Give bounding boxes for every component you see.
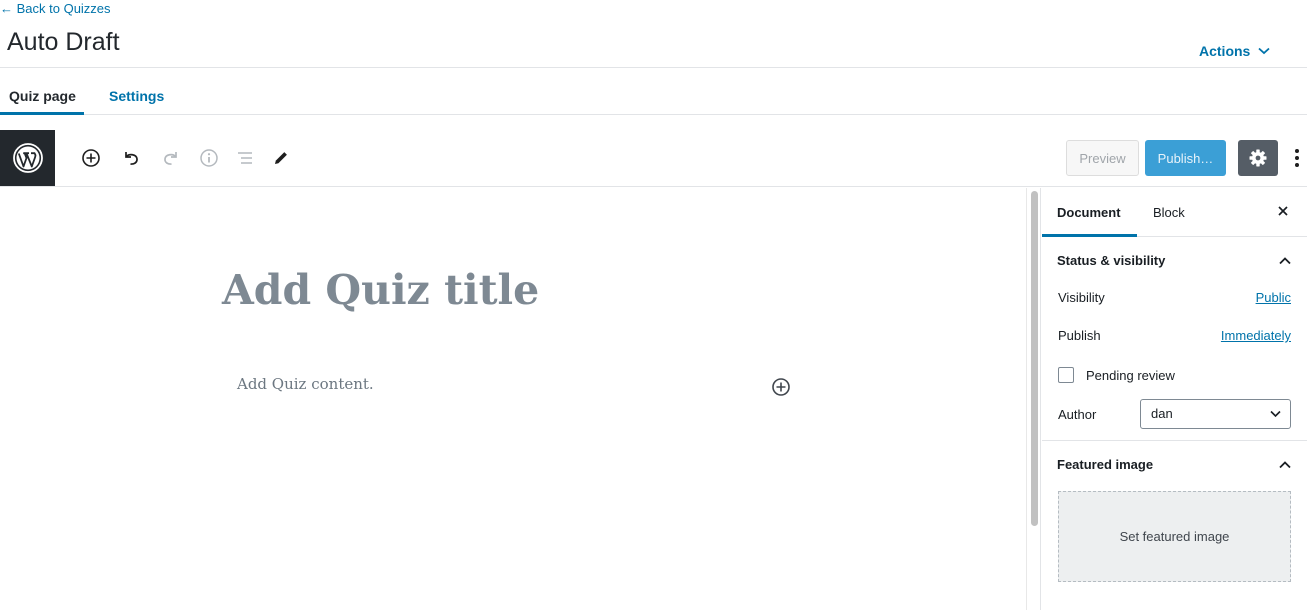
scrollbar-thumb[interactable] — [1031, 191, 1038, 526]
set-featured-image-label: Set featured image — [1119, 529, 1230, 544]
quiz-content-input[interactable]: Add Quiz content. — [237, 375, 374, 393]
sidebar-tabs: Document Block — [1042, 188, 1307, 237]
tab-quiz-page[interactable]: Quiz page — [9, 88, 76, 104]
editor-scrollbar[interactable] — [1026, 188, 1041, 610]
visibility-label: Visibility — [1058, 290, 1105, 305]
quiz-title-input[interactable]: Add Quiz title — [222, 266, 539, 314]
publish-button[interactable]: Publish… — [1145, 140, 1226, 176]
actions-label: Actions — [1199, 43, 1251, 59]
author-value: dan — [1151, 406, 1173, 421]
chevron-up-icon[interactable] — [1278, 460, 1292, 469]
add-block-inline-icon[interactable] — [771, 377, 791, 397]
gear-icon — [1249, 149, 1267, 167]
tab-document[interactable]: Document — [1057, 205, 1121, 220]
status-visibility-panel-toggle[interactable]: Status & visibility — [1057, 253, 1165, 268]
chevron-down-icon — [1258, 47, 1270, 55]
edit-icon[interactable] — [271, 148, 291, 168]
page-tabs: Quiz page Settings — [0, 68, 1307, 115]
active-tab-indicator — [0, 112, 84, 115]
chevron-up-icon[interactable] — [1278, 256, 1292, 265]
tab-block[interactable]: Block — [1153, 205, 1185, 220]
visibility-toggle[interactable]: Public — [1256, 290, 1291, 305]
publish-label: Publish — [1058, 328, 1101, 343]
info-icon[interactable] — [199, 148, 219, 168]
undo-icon[interactable] — [121, 148, 141, 168]
active-sidebar-tab-indicator — [1042, 234, 1137, 237]
author-label: Author — [1058, 407, 1097, 422]
pending-review-label[interactable]: Pending review — [1086, 368, 1175, 383]
featured-image-panel-toggle[interactable]: Featured image — [1057, 457, 1153, 472]
tab-settings[interactable]: Settings — [109, 88, 164, 104]
more-vertical-icon — [1295, 149, 1299, 167]
page-title: Auto Draft — [7, 28, 120, 56]
settings-sidebar: Document Block Status & visibility Visib… — [1042, 188, 1307, 610]
wordpress-logo-icon[interactable] — [0, 130, 55, 186]
actions-dropdown[interactable]: Actions — [1199, 43, 1270, 59]
author-select[interactable]: dan — [1140, 399, 1291, 429]
redo-icon[interactable] — [161, 148, 181, 168]
panel-divider — [1042, 440, 1307, 441]
close-icon[interactable] — [1276, 204, 1290, 218]
chevron-down-icon — [1270, 410, 1281, 418]
editor-toolbar: Preview Publish… — [0, 130, 1307, 187]
outline-icon[interactable] — [235, 148, 255, 168]
publish-date-toggle[interactable]: Immediately — [1221, 328, 1291, 343]
back-to-quizzes-link[interactable]: ← Back to Quizzes — [0, 1, 111, 16]
set-featured-image-button[interactable]: Set featured image — [1058, 491, 1291, 582]
add-block-icon[interactable] — [81, 148, 101, 168]
pending-review-checkbox[interactable] — [1058, 367, 1074, 383]
editor-canvas: Add Quiz title Add Quiz content. — [0, 188, 1026, 610]
settings-button[interactable] — [1238, 140, 1278, 176]
more-options-button[interactable] — [1289, 148, 1305, 168]
preview-button[interactable]: Preview — [1066, 140, 1139, 176]
